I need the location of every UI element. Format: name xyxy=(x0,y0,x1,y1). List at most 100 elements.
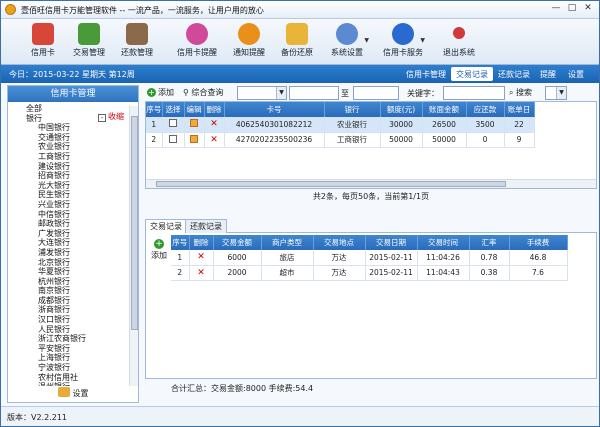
close-button[interactable]: ✕ xyxy=(581,3,595,15)
toolbar-backup-button[interactable]: 备份还原 xyxy=(273,21,321,63)
toolbar-card-reminder-button[interactable]: 信用卡提醒 xyxy=(173,21,221,63)
maximize-button[interactable]: □ xyxy=(565,3,579,15)
nav-card-management[interactable]: 信用卡管理 xyxy=(401,67,451,81)
column-header[interactable]: 手续费 xyxy=(509,235,568,250)
column-header[interactable]: 商户类型 xyxy=(261,235,314,250)
table-row[interactable]: 2 ✕ 2000 超市 万达 2015-02-11 11:04:43 0.38 7.6 xyxy=(171,265,568,281)
edit-icon[interactable] xyxy=(190,119,198,128)
settings-button[interactable]: 设置 xyxy=(38,386,108,402)
tree-item-bank[interactable]: 浙江农商银行 xyxy=(8,334,126,344)
tree-item-bank[interactable]: 广发银行 xyxy=(8,229,126,239)
tree-item-bank[interactable]: 杭州银行 xyxy=(8,277,126,287)
tree-item-bank[interactable]: 农村信用社 xyxy=(8,373,126,383)
tree-item-bank[interactable]: 交通银行 xyxy=(8,133,126,143)
minimize-button[interactable]: — xyxy=(549,3,563,15)
tree-item-bank[interactable]: 平安银行 xyxy=(8,344,126,354)
scroll-thumb[interactable] xyxy=(131,116,138,330)
column-header[interactable]: 交易金额 xyxy=(213,235,262,250)
column-header[interactable]: 卡号 xyxy=(224,102,325,117)
start-value-input[interactable] xyxy=(289,86,339,100)
column-header[interactable]: 汇率 xyxy=(469,235,510,250)
tree-item-bank[interactable]: 招商银行 xyxy=(8,171,126,181)
tree-item-bank[interactable]: 南京银行 xyxy=(8,286,126,296)
column-header[interactable]: 删除 xyxy=(189,235,214,250)
tree-scrollbar[interactable] xyxy=(129,106,138,386)
tree-item-bank[interactable]: 北京银行 xyxy=(8,258,126,268)
column-header[interactable]: 选择 xyxy=(162,102,185,117)
column-header[interactable]: 账单日 xyxy=(504,102,535,117)
column-header[interactable]: 序号 xyxy=(171,235,190,250)
tab-transactions[interactable]: 交易记录 xyxy=(145,219,187,234)
row-checkbox[interactable] xyxy=(169,134,177,143)
tree-item-bank[interactable]: 农业银行 xyxy=(8,142,126,152)
toolbar-notice-button[interactable]: 通知提醒 xyxy=(225,21,273,63)
nav-repayments[interactable]: 还款记录 xyxy=(493,67,535,81)
nav-transactions[interactable]: 交易记录 xyxy=(451,67,493,81)
tree-item-bank[interactable]: 工商银行 xyxy=(8,152,126,162)
app-window: 壹佰旺信用卡万能管理软件 -- 一流产品，一流服务，让用户用的放心 — □ ✕ … xyxy=(0,0,600,427)
tree-item-bank[interactable]: 兴业银行 xyxy=(8,200,126,210)
column-header[interactable]: 交易日期 xyxy=(365,235,418,250)
tree-item-bank[interactable]: 民生银行 xyxy=(8,190,126,200)
book-balance: 50000 xyxy=(422,132,467,148)
clipboard-icon xyxy=(126,23,148,45)
tree-item-bank[interactable]: 中国银行 xyxy=(8,123,126,133)
table-row[interactable]: 1 ✕ 6000 旅店 万达 2015-02-11 11:04:26 0.78 46.8 xyxy=(171,250,568,266)
tree-item-bank[interactable]: 建设银行 xyxy=(8,162,126,172)
tree-item-bank[interactable]: 中信银行 xyxy=(8,210,126,220)
add-card-button[interactable]: + 添加 xyxy=(147,87,174,99)
tab-repayments[interactable]: 还款记录 xyxy=(185,219,227,233)
filter-field-select[interactable]: ▼ xyxy=(237,86,287,100)
toolbar-label: 信用卡服务 xyxy=(383,48,423,57)
export-menu-button[interactable]: ▼ xyxy=(545,86,567,100)
tree-item-bank[interactable]: 上海银行 xyxy=(8,353,126,363)
toolbar-settings-button[interactable]: 系统设置 ▼ xyxy=(323,21,371,63)
search-button[interactable]: ⌕ 搜索 xyxy=(509,87,532,99)
amount-due: 3500 xyxy=(466,117,505,133)
table-row[interactable]: 1 ✕ 4062540301082212 农业银行 30000 26500 3500 22 xyxy=(146,117,535,133)
tree-item-banks[interactable]: 银行 xyxy=(8,114,126,124)
toolbar-repayment-button[interactable]: 还款管理 xyxy=(113,21,161,63)
column-header[interactable]: 删除 xyxy=(204,102,225,117)
status-bar: 版本：V2.2.211 xyxy=(1,406,599,426)
tree-item-bank[interactable]: 浦发银行 xyxy=(8,248,126,258)
column-header[interactable]: 账面金额 xyxy=(422,102,467,117)
tree-item-bank[interactable]: 浙商银行 xyxy=(8,305,126,315)
column-header[interactable]: 交易时间 xyxy=(417,235,470,250)
column-header[interactable]: 额度(元) xyxy=(380,102,423,117)
column-header[interactable]: 编辑 xyxy=(184,102,205,117)
nav-settings[interactable]: 设置 xyxy=(563,67,589,81)
end-value-input[interactable] xyxy=(353,86,399,100)
tree-item-bank[interactable]: 光大银行 xyxy=(8,181,126,191)
tree-item-bank[interactable]: 大连银行 xyxy=(8,238,126,248)
add-transaction-button[interactable]: + 添加 xyxy=(148,239,170,261)
delete-icon[interactable]: ✕ xyxy=(210,135,218,145)
transaction-place: 万达 xyxy=(313,265,366,281)
delete-icon[interactable]: ✕ xyxy=(197,252,205,262)
edit-icon[interactable] xyxy=(190,134,198,143)
tree-item-bank[interactable]: 汉口银行 xyxy=(8,315,126,325)
toolbar-credit-card-button[interactable]: 信用卡 xyxy=(19,21,67,63)
keyword-input[interactable] xyxy=(443,86,505,100)
table-row[interactable]: 2 ✕ 4270202235500236 工商银行 50000 50000 0 9 xyxy=(146,132,535,148)
tree-item-bank[interactable]: 邮政银行 xyxy=(8,219,126,229)
column-header[interactable]: 序号 xyxy=(146,102,163,117)
cards-hscrollbar[interactable] xyxy=(146,179,596,188)
column-header[interactable]: 银行 xyxy=(324,102,381,117)
scroll-thumb[interactable] xyxy=(156,181,506,187)
toolbar-transactions-button[interactable]: 交易管理 xyxy=(65,21,113,63)
column-header[interactable]: 应还款 xyxy=(466,102,505,117)
toolbar-exit-button[interactable]: 退出系统 xyxy=(435,21,483,63)
card-number: 4270202235500236 xyxy=(224,132,325,148)
toolbar-card-service-button[interactable]: 信用卡服务 ▼ xyxy=(379,21,427,63)
tree-item-bank[interactable]: 宁波银行 xyxy=(8,363,126,373)
column-header[interactable]: 交易地点 xyxy=(313,235,366,250)
delete-icon[interactable]: ✕ xyxy=(210,119,218,129)
tree-item-all[interactable]: 全部 xyxy=(8,104,126,114)
delete-icon[interactable]: ✕ xyxy=(197,268,205,278)
tree-item-bank[interactable]: 华夏银行 xyxy=(8,267,126,277)
tree-item-bank[interactable]: 人民银行 xyxy=(8,325,126,335)
combined-query-button[interactable]: ⚲ 综合查询 xyxy=(183,87,223,99)
row-checkbox[interactable] xyxy=(169,119,177,128)
nav-reminders[interactable]: 提醒 xyxy=(535,67,561,81)
